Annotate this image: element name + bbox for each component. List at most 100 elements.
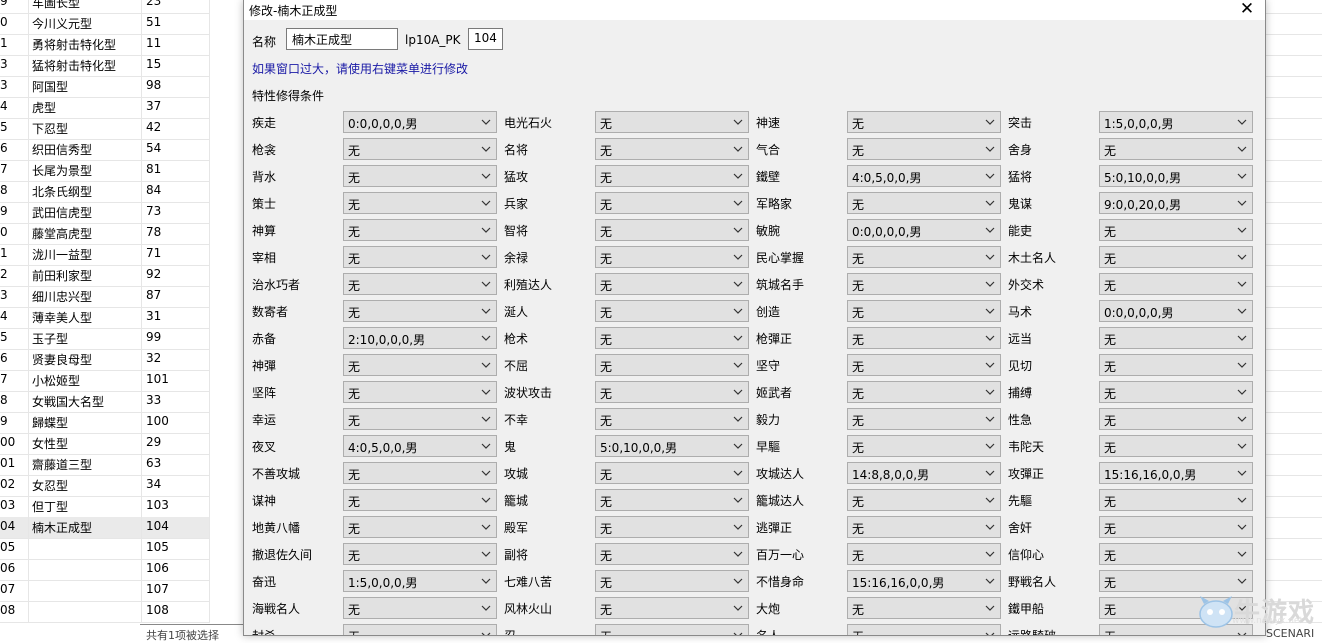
trait-condition-select[interactable]: 1:5,0,0,0,男: [1099, 111, 1253, 133]
trait-condition-select[interactable]: 无: [1099, 354, 1253, 376]
trait-condition-select[interactable]: 无: [847, 111, 1001, 133]
trait-condition-select[interactable]: 无: [343, 192, 497, 214]
list-row[interactable]: 0 藤堂高虎型 78: [0, 223, 210, 245]
trait-condition-select[interactable]: 无: [1099, 219, 1253, 241]
trait-condition-select[interactable]: 无: [343, 138, 497, 160]
trait-condition-select[interactable]: 无: [847, 300, 1001, 322]
trait-condition-select[interactable]: 无: [847, 543, 1001, 565]
trait-condition-select[interactable]: 无: [343, 462, 497, 484]
trait-condition-select[interactable]: 无: [595, 273, 749, 295]
trait-condition-select[interactable]: 无: [343, 219, 497, 241]
list-row[interactable]: 00 女性型 29: [0, 433, 210, 455]
trait-condition-select[interactable]: 无: [847, 408, 1001, 430]
list-row[interactable]: 07 107: [0, 580, 210, 602]
trait-condition-select[interactable]: 无: [343, 246, 497, 268]
trait-condition-select[interactable]: 无: [343, 165, 497, 187]
trait-condition-select[interactable]: 无: [1099, 273, 1253, 295]
trait-condition-select[interactable]: 无: [595, 516, 749, 538]
trait-condition-select[interactable]: 2:10,0,0,0,男: [343, 327, 497, 349]
trait-condition-select[interactable]: 无: [1099, 381, 1253, 403]
list-row[interactable]: 9 歸蝶型 100: [0, 412, 210, 434]
trait-condition-select[interactable]: 无: [343, 543, 497, 565]
list-row[interactable]: 05 105: [0, 538, 210, 560]
trait-condition-select[interactable]: 无: [1099, 543, 1253, 565]
list-row[interactable]: 7 小松姬型 101: [0, 370, 210, 392]
list-row[interactable]: 4 薄幸美人型 31: [0, 307, 210, 329]
trait-condition-select[interactable]: 0:0,0,0,0,男: [847, 219, 1001, 241]
trait-condition-select[interactable]: 无: [847, 273, 1001, 295]
list-row[interactable]: 9 车圖长型 23: [0, 0, 210, 14]
trait-condition-select[interactable]: 无: [595, 111, 749, 133]
trait-condition-select[interactable]: 无: [595, 408, 749, 430]
list-row[interactable]: 5 下忍型 42: [0, 118, 210, 140]
name-input[interactable]: 楠木正成型: [286, 28, 398, 50]
trait-condition-select[interactable]: 无: [595, 327, 749, 349]
trait-condition-select[interactable]: 无: [343, 300, 497, 322]
trait-condition-select[interactable]: 无: [595, 354, 749, 376]
trait-condition-select[interactable]: 无: [595, 246, 749, 268]
trait-condition-select[interactable]: 无: [847, 354, 1001, 376]
trait-condition-select[interactable]: 无: [847, 435, 1001, 457]
trait-condition-select[interactable]: 无: [343, 354, 497, 376]
trait-condition-select[interactable]: 无: [343, 624, 497, 635]
trait-condition-select[interactable]: 15:16,16,0,0,男: [847, 570, 1001, 592]
trait-condition-select[interactable]: 无: [343, 516, 497, 538]
list-row[interactable]: 8 女戦国大名型 33: [0, 391, 210, 413]
trait-condition-select[interactable]: 无: [343, 489, 497, 511]
trait-condition-select[interactable]: 无: [1099, 408, 1253, 430]
list-row[interactable]: 2 前田利家型 92: [0, 265, 210, 287]
trait-condition-select[interactable]: 无: [595, 462, 749, 484]
trait-condition-select[interactable]: 0:0,0,0,0,男: [1099, 300, 1253, 322]
trait-condition-select[interactable]: 无: [595, 543, 749, 565]
pk-input[interactable]: 104: [468, 28, 503, 50]
close-button[interactable]: ✕: [1237, 0, 1257, 19]
trait-condition-select[interactable]: 无: [847, 138, 1001, 160]
trait-condition-select[interactable]: 无: [595, 300, 749, 322]
list-row[interactable]: 06 106: [0, 559, 210, 581]
trait-condition-select[interactable]: 1:5,0,0,0,男: [343, 570, 497, 592]
list-row[interactable]: 03 但丁型 103: [0, 496, 210, 518]
list-row[interactable]: 1 勇将射击特化型 11: [0, 34, 210, 56]
trait-condition-select[interactable]: 无: [847, 192, 1001, 214]
trait-condition-select[interactable]: 无: [343, 597, 497, 619]
trait-condition-select[interactable]: 无: [343, 381, 497, 403]
list-row[interactable]: 3 阿国型 98: [0, 76, 210, 98]
list-row[interactable]: 8 北条氏纲型 84: [0, 181, 210, 203]
trait-condition-select[interactable]: 无: [1099, 435, 1253, 457]
trait-condition-select[interactable]: 无: [847, 381, 1001, 403]
trait-condition-select[interactable]: 4:0,5,0,0,男: [343, 435, 497, 457]
trait-condition-select[interactable]: 无: [595, 624, 749, 635]
trait-condition-select[interactable]: 无: [343, 408, 497, 430]
trait-condition-select[interactable]: 无: [847, 246, 1001, 268]
trait-condition-select[interactable]: 无: [595, 597, 749, 619]
trait-condition-select[interactable]: 无: [595, 192, 749, 214]
trait-condition-select[interactable]: 无: [1099, 246, 1253, 268]
list-row[interactable]: 01 齋藤道三型 63: [0, 454, 210, 476]
trait-condition-select[interactable]: 无: [343, 273, 497, 295]
list-row[interactable]: 9 武田信虎型 73: [0, 202, 210, 224]
list-row[interactable]: 6 织田信秀型 54: [0, 139, 210, 161]
trait-condition-select[interactable]: 0:0,0,0,0,男: [343, 111, 497, 133]
trait-condition-select[interactable]: 无: [595, 489, 749, 511]
trait-condition-select[interactable]: 无: [847, 624, 1001, 635]
trait-condition-select[interactable]: 无: [595, 570, 749, 592]
trait-condition-select[interactable]: 无: [595, 219, 749, 241]
trait-condition-select[interactable]: 15:16,16,0,0,男: [1099, 462, 1253, 484]
trait-condition-select[interactable]: 无: [847, 597, 1001, 619]
list-row[interactable]: 6 贤妻良母型 32: [0, 349, 210, 371]
list-row[interactable]: 5 玉子型 99: [0, 328, 210, 350]
list-row[interactable]: 0 今川义元型 51: [0, 13, 210, 35]
trait-condition-select[interactable]: 无: [847, 489, 1001, 511]
trait-condition-select[interactable]: 14:8,8,0,0,男: [847, 462, 1001, 484]
trait-condition-select[interactable]: 无: [847, 327, 1001, 349]
list-row[interactable]: 4 虎型 37: [0, 97, 210, 119]
trait-condition-select[interactable]: 无: [1099, 489, 1253, 511]
trait-condition-select[interactable]: 无: [1099, 516, 1253, 538]
list-row[interactable]: 3 猛将射击特化型 15: [0, 55, 210, 77]
trait-condition-select[interactable]: 无: [1099, 138, 1253, 160]
list-row[interactable]: 7 长尾为景型 81: [0, 160, 210, 182]
trait-condition-select[interactable]: 无: [595, 138, 749, 160]
list-row[interactable]: 3 细川忠兴型 87: [0, 286, 210, 308]
trait-condition-select[interactable]: 无: [595, 165, 749, 187]
trait-condition-select[interactable]: 无: [847, 516, 1001, 538]
